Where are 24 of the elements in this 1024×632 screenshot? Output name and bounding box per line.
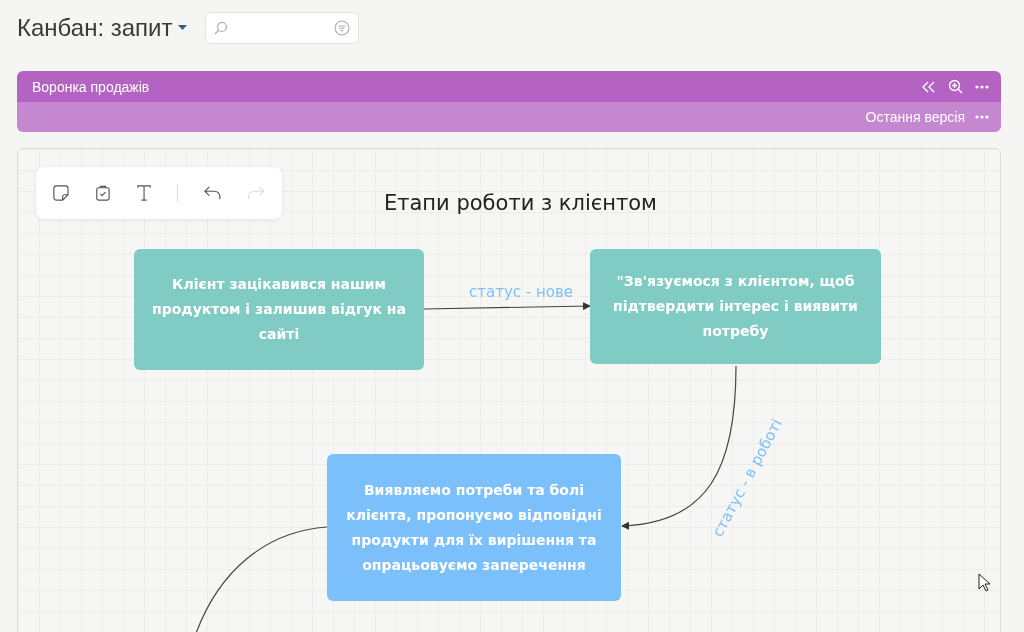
- filter-icon[interactable]: [334, 20, 351, 36]
- version-label[interactable]: Остання версія: [865, 109, 965, 125]
- search-icon: [214, 21, 229, 35]
- diagram-node[interactable]: "Зв'язуємося з клієнтом, щоб підтвердити інтерес і виявити потребу: [590, 249, 881, 364]
- task-icon[interactable]: [94, 184, 111, 202]
- page-title: Канбан: запит: [17, 14, 173, 42]
- zoom-in-icon[interactable]: [948, 79, 963, 94]
- diagram-node[interactable]: Виявляємо потреби та болі клієнта, пропонуємо відповідні продукти для їх вирішення та опрацьовуємо заперечення: [327, 454, 621, 601]
- diagram-title: Етапи роботи з клієнтом: [384, 191, 657, 215]
- node-text: Виявляємо потреби та болі клієнта, пропонуємо відповідні продукти для їх вирішення та опрацьовуємо заперечення: [345, 480, 603, 575]
- dropdown-caret-icon[interactable]: [178, 25, 188, 31]
- node-text: "Зв'язуємося з клієнтом, щоб підтвердити інтерес і виявити потребу: [612, 272, 859, 341]
- pipeline-title: Воронка продажів: [32, 78, 150, 95]
- text-icon[interactable]: [136, 184, 151, 202]
- search-field[interactable]: [205, 12, 360, 44]
- collapse-icon[interactable]: [922, 80, 936, 93]
- more-icon[interactable]: [975, 84, 989, 89]
- undo-icon[interactable]: [203, 185, 222, 201]
- mouse-cursor-icon: [978, 573, 990, 592]
- more-icon[interactable]: [975, 115, 989, 119]
- edge-label: статус - нове: [469, 283, 574, 301]
- diagram-node[interactable]: Клієнт зацікавився нашим продуктом і залишив відгук на сайті: [134, 249, 424, 370]
- sticky-note-icon[interactable]: [53, 184, 69, 202]
- node-text: Клієнт зацікавився нашим продуктом і залишив відгук на сайті: [152, 275, 406, 344]
